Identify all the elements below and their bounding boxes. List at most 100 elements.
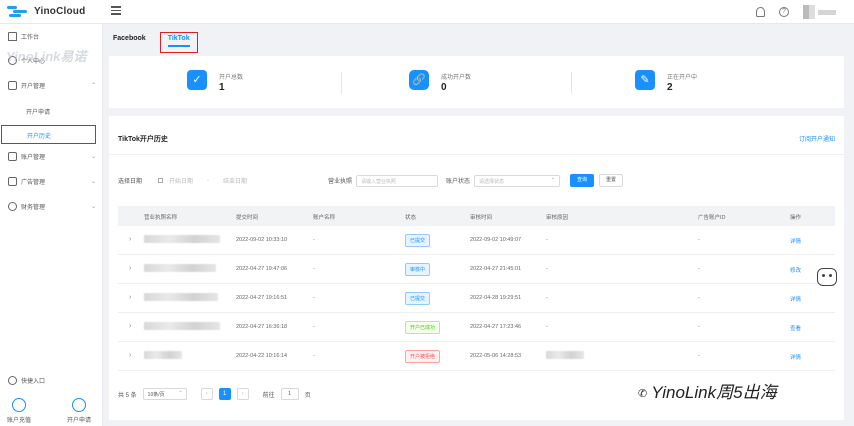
expand-icon[interactable]: › xyxy=(129,236,131,243)
sidebar-item-workbench[interactable]: 工作台 xyxy=(8,32,98,41)
footer-watermark-text: YinoLink周5出海 xyxy=(651,383,777,402)
company-name-redacted xyxy=(144,322,220,330)
link-icon: 🔗 xyxy=(409,70,429,90)
company-name-redacted xyxy=(144,235,220,243)
next-page-button[interactable]: › xyxy=(236,388,249,400)
prev-page-button[interactable]: ‹ xyxy=(200,388,213,400)
sidebar-subitem-apply[interactable]: 开户申请 xyxy=(26,107,50,116)
sidebar-item-profile[interactable]: 个人中心 xyxy=(8,56,98,65)
top-bar: YinoCloud ? xyxy=(0,0,854,24)
start-date-placeholder: 开始日期 xyxy=(169,179,194,185)
ad-account-id: - xyxy=(698,324,700,330)
row-action-link[interactable]: 详情 xyxy=(790,353,801,361)
account-name: - xyxy=(313,353,315,359)
wechat-icon: ✆ xyxy=(638,388,648,401)
submit-time: 2022-04-27 16:36:18 xyxy=(236,324,288,330)
sidebar-item-label: 工作台 xyxy=(21,35,40,41)
search-button[interactable]: 查询 xyxy=(570,174,595,187)
menu-toggle-icon[interactable] xyxy=(111,6,121,16)
sidebar-item-ads[interactable]: 广告管理 ⌄ xyxy=(8,177,98,186)
footer-watermark: ✆ YinoLink周5出海 xyxy=(638,378,777,403)
row-action-link[interactable]: 详情 xyxy=(790,295,801,303)
account-name: - xyxy=(313,266,315,272)
expand-icon[interactable]: › xyxy=(129,265,131,272)
apply-label: 开户申请 xyxy=(66,418,91,424)
apply-button[interactable]: 开户申请 xyxy=(64,398,94,424)
account-icon xyxy=(8,152,17,161)
row-action-link[interactable]: 修改 xyxy=(790,266,801,274)
sidebar-item-finance[interactable]: 财务管理 ⌄ xyxy=(8,202,98,211)
review-time: 2022-04-27 17:23:46 xyxy=(470,324,522,330)
logo[interactable]: YinoCloud xyxy=(7,4,85,18)
date-range-picker[interactable]: 开始日期 - 结束日期 xyxy=(158,176,308,185)
logo-icon xyxy=(7,4,31,18)
chevron-down-icon: ⌄ xyxy=(90,154,96,160)
gear-icon xyxy=(8,376,17,385)
stat-value: 2 xyxy=(667,82,673,93)
account-name: - xyxy=(313,237,315,243)
sidebar-subitem-history[interactable]: 开户历史 xyxy=(1,125,96,144)
bell-icon[interactable] xyxy=(756,7,765,17)
submit-time: 2022-04-22 10:16:14 xyxy=(236,353,288,359)
tab-tiktok[interactable]: TikTok xyxy=(159,32,198,53)
company-input[interactable]: 请输入营业执照 xyxy=(356,174,439,187)
date-label: 选择日期 xyxy=(118,179,143,185)
stat-value: 1 xyxy=(219,82,225,93)
expand-icon[interactable]: › xyxy=(129,294,131,301)
sidebar-item-account-opening[interactable]: 开户管理 ⌃ xyxy=(8,81,98,90)
goto-page-input[interactable]: 1 xyxy=(280,388,299,400)
quick-entry[interactable]: 快捷入口 xyxy=(8,376,45,385)
expand-icon[interactable]: › xyxy=(129,352,131,359)
status-badge: 已提交 xyxy=(405,292,431,305)
expand-icon[interactable]: › xyxy=(129,323,131,330)
review-time: 2022-04-28 19:29:51 xyxy=(470,295,522,301)
review-reason: - xyxy=(546,295,548,301)
total-count: 共 5 条 xyxy=(118,392,137,399)
stat-total: ✓ 开户总数 1 xyxy=(187,70,243,93)
ad-account-id: - xyxy=(698,353,700,359)
recharge-label: 账户充值 xyxy=(6,418,31,424)
review-reason: - xyxy=(546,324,548,330)
goto-label: 前往 xyxy=(262,392,275,399)
status-badge: 开户已成功 xyxy=(405,321,441,334)
column-header: 操作 xyxy=(790,215,802,221)
column-header: 营业执照名称 xyxy=(144,215,178,221)
edit-document-icon: ✎ xyxy=(635,70,655,90)
stats-card: ✓ 开户总数 1 🔗 成功开户数 0 ✎ 正在开户中 2 xyxy=(109,56,844,108)
stat-label: 成功开户数 xyxy=(441,75,472,81)
status-select[interactable]: 请选择状态 xyxy=(474,174,561,187)
home-icon xyxy=(8,32,17,41)
column-header: 提交时间 xyxy=(236,215,259,221)
review-reason: - xyxy=(546,237,548,243)
stat-label: 正在开户中 xyxy=(667,75,698,81)
ad-account-id: - xyxy=(698,295,700,301)
subscribe-link[interactable]: 订阅开户通知 xyxy=(799,134,835,143)
row-action-link[interactable]: 详情 xyxy=(790,237,801,245)
chat-robot-icon[interactable] xyxy=(817,268,837,286)
table-header: 营业执照名称 提交时间 账户名称 状态 审核时间 审核原因 广告账户ID 操作 xyxy=(118,206,835,226)
row-action-link[interactable]: 查看 xyxy=(790,324,801,332)
pagination: 共 5 条 10条/页 ‹ 1 › 前往 1 页 xyxy=(118,388,311,400)
recharge-button[interactable]: 账户充值 xyxy=(4,398,34,424)
table-row: › 2022-04-27 19:47:06 - 审核中 2022-04-27 2… xyxy=(118,255,835,284)
sidebar-subitem-label: 开户历史 xyxy=(27,134,52,140)
calendar-icon xyxy=(158,178,163,183)
table-row: › 2022-09-02 10:33:10 - 已提交 2022-09-02 1… xyxy=(118,226,835,255)
sidebar-item-label: 个人中心 xyxy=(21,59,46,65)
logo-text: YinoCloud xyxy=(34,5,86,17)
company-name-redacted xyxy=(144,293,218,301)
review-reason-redacted xyxy=(546,351,584,359)
status-badge: 已提交 xyxy=(405,234,431,247)
page-size-select[interactable]: 10条/页 xyxy=(142,388,187,400)
calendar-check-icon: ✓ xyxy=(187,70,207,90)
sidebar-item-accounts[interactable]: 账户管理 ⌄ xyxy=(8,152,98,161)
apply-icon xyxy=(72,398,86,412)
user-menu[interactable] xyxy=(803,5,836,19)
stat-success: 🔗 成功开户数 0 xyxy=(409,70,471,93)
reset-button[interactable]: 重置 xyxy=(599,174,624,187)
tab-facebook[interactable]: Facebook xyxy=(109,32,150,53)
help-icon[interactable]: ? xyxy=(779,7,789,17)
page-number[interactable]: 1 xyxy=(218,388,231,400)
sidebar-item-label: 账户管理 xyxy=(21,155,46,161)
table-row: › 2022-04-22 10:16:14 - 开户被拒绝 2022-05-06… xyxy=(118,342,835,371)
